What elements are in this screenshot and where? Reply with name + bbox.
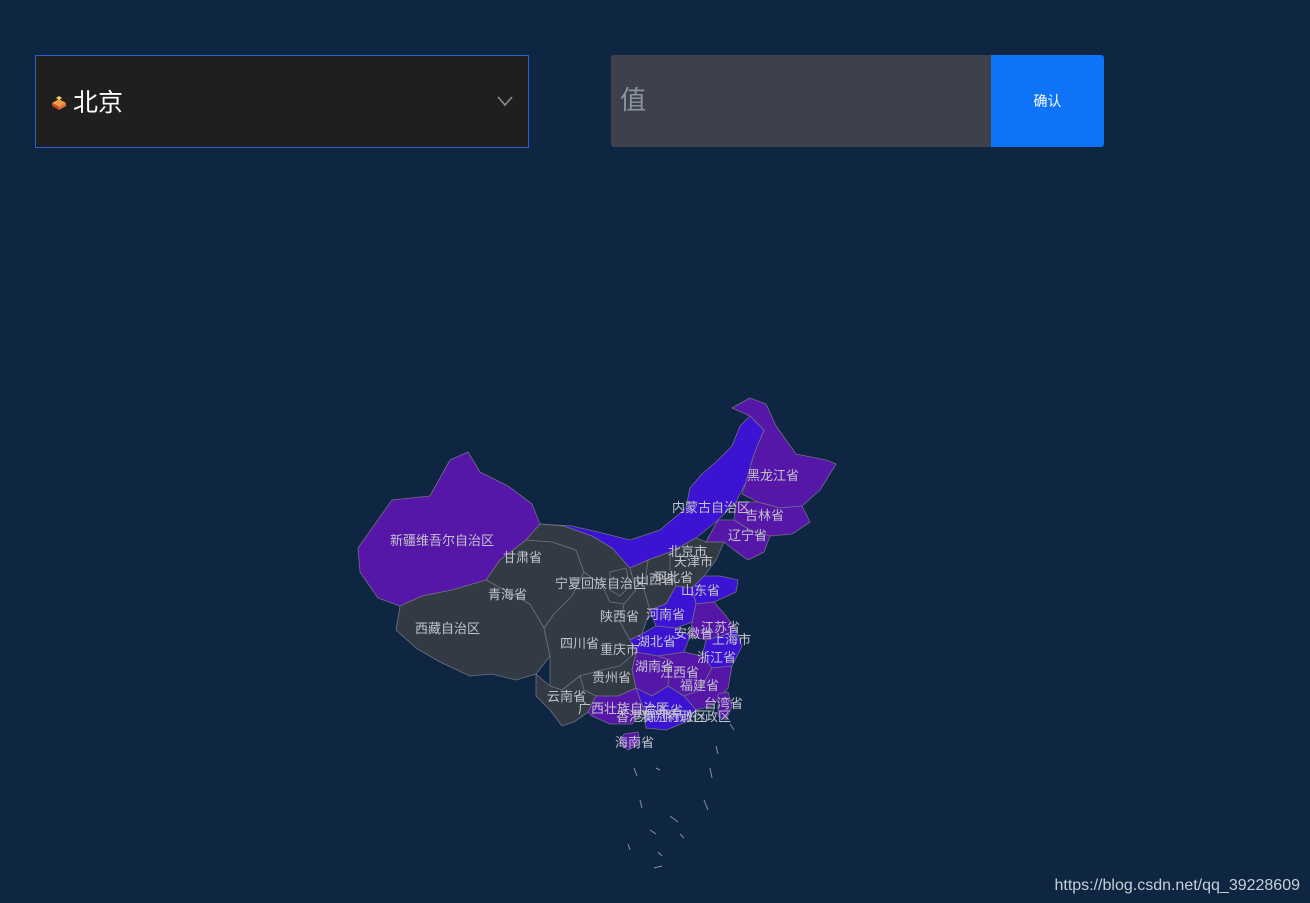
label-zhejiang: 浙江省 — [697, 651, 736, 666]
label-gansu: 甘肃省 — [503, 551, 542, 566]
label-hubei: 湖北省 — [637, 635, 676, 650]
confirm-button[interactable]: 确认 — [991, 55, 1104, 147]
label-hainan: 海南省 — [615, 735, 654, 751]
china-map: 黑龙江省 内蒙古自治区 吉林省 辽宁省 新疆维吾尔自治区 甘肃省 北京市 天津市… — [357, 397, 837, 869]
label-anhui: 安徽省 — [674, 627, 713, 642]
label-shandong: 山东省 — [681, 584, 720, 599]
label-guizhou: 贵州省 — [592, 671, 631, 686]
label-fujian: 福建省 — [680, 679, 719, 694]
label-tianjin: 天津市 — [674, 554, 713, 570]
label-qinghai: 青海省 — [488, 588, 527, 603]
label-heilongjiang: 黑龙江省 — [747, 469, 799, 484]
label-xizang: 西藏自治区 — [415, 622, 480, 637]
label-chongqing: 重庆市 — [600, 642, 639, 658]
label-neimenggu: 内蒙古自治区 — [672, 500, 750, 516]
label-henan: 河南省 — [646, 607, 685, 623]
watermark: https://blog.csdn.net/qq_39228609 — [1054, 877, 1300, 894]
chevron-down-icon — [497, 96, 513, 107]
selected-city: 北京 — [73, 88, 124, 117]
label-shanghai: 上海市 — [712, 632, 751, 648]
city-select[interactable]: 北京 — [35, 55, 529, 148]
label-sichuan: 四川省 — [560, 637, 599, 652]
label-liaoning: 辽宁省 — [728, 528, 767, 544]
china-flag-icon — [52, 96, 66, 110]
page: 北京 确认 — [0, 0, 1310, 903]
label-jilin: 吉林省 — [745, 509, 784, 524]
label-xinjiang: 新疆维吾尔自治区 — [390, 533, 494, 549]
label-ningxia: 宁夏回族自治区 — [555, 576, 646, 592]
value-input[interactable] — [611, 55, 991, 147]
label-aomen: 澳门特别行政区 — [640, 709, 731, 725]
label-shaanxi: 陕西省 — [600, 610, 639, 625]
